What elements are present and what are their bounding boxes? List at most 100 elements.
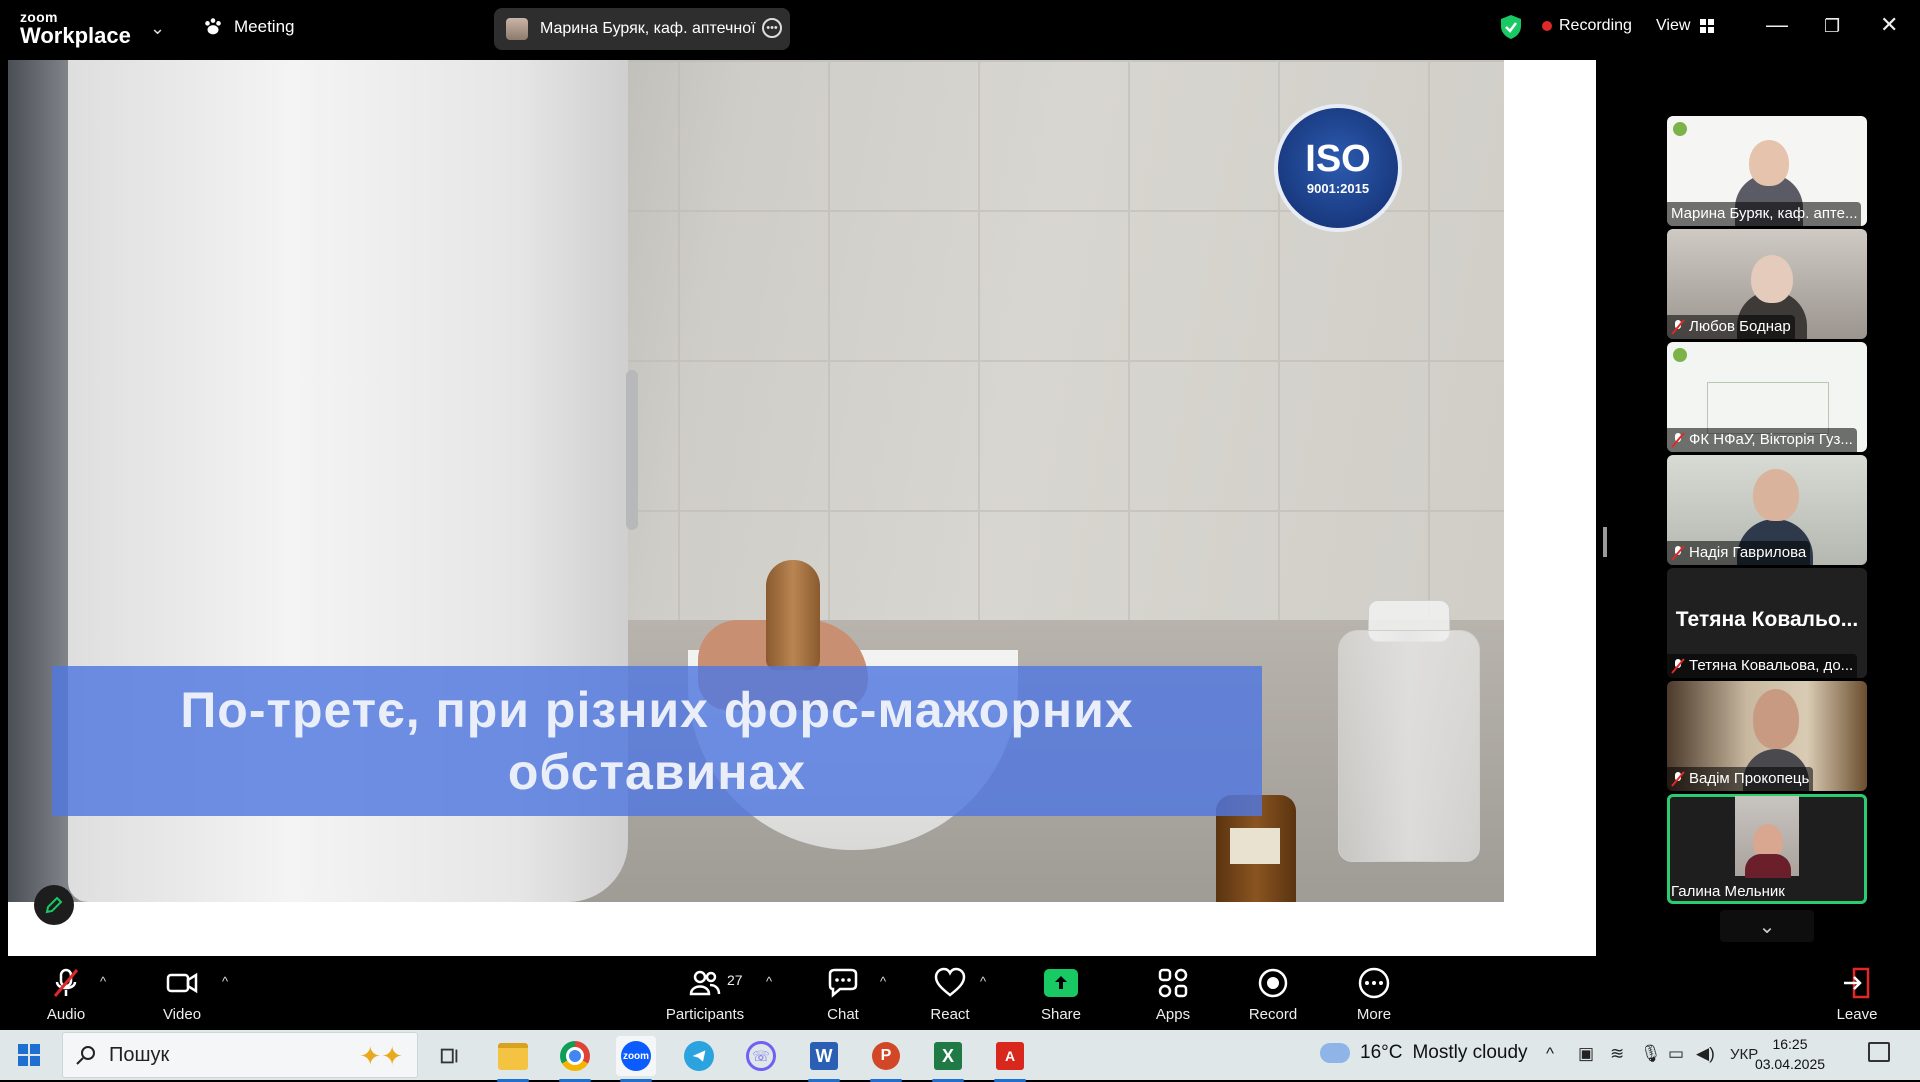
telegram-icon[interactable] [679, 1036, 719, 1076]
shared-video: ISO 9001:2015 По-третє, при різних форс-… [8, 60, 1504, 902]
zoom-taskbar-icon[interactable]: zoom [616, 1036, 656, 1082]
chat-button[interactable]: Chat [798, 966, 888, 1023]
chevron-down-icon: ⌄ [1758, 915, 1776, 938]
mic-muted-icon [1671, 432, 1685, 448]
mic-muted-icon [1671, 658, 1685, 674]
taskbar-clock[interactable]: 16:25 03.04.2025 [1750, 1034, 1830, 1074]
shared-screen: ISO 9001:2015 По-третє, при різних форс-… [8, 60, 1596, 956]
participant-tile[interactable]: Тетяна Ковальо... Тетяна Ковальова, до..… [1667, 568, 1867, 678]
excel-icon[interactable]: X [928, 1036, 968, 1082]
participant-tile-active-speaker[interactable]: Галина Мельник [1667, 794, 1867, 904]
participants-icon [689, 970, 721, 996]
file-explorer-icon[interactable] [493, 1036, 533, 1082]
faucet [626, 370, 638, 530]
record-icon [1258, 968, 1288, 998]
participant-name: Галина Мельник [1671, 883, 1785, 900]
participant-face [1753, 469, 1799, 521]
react-options-caret-icon[interactable]: ^ [980, 974, 986, 989]
audio-options-caret-icon[interactable]: ^ [100, 974, 106, 989]
recording-dot-icon [1542, 21, 1552, 31]
participant-display-name: Тетяна Ковальо... [1675, 608, 1859, 631]
gallery-scroll-down-button[interactable]: ⌄ [1720, 910, 1814, 942]
participant-tile[interactable]: Марина Буряк, каф. апте... [1667, 116, 1867, 226]
view-button[interactable]: View [1656, 17, 1715, 35]
caption-line-1: По-третє, при різних форс-мажорних [180, 682, 1134, 738]
video-options-caret-icon[interactable]: ^ [222, 974, 228, 989]
chrome-icon[interactable] [555, 1036, 595, 1082]
mic-muted-icon [1671, 319, 1685, 335]
powerpoint-icon[interactable]: P [866, 1036, 906, 1082]
meet-now-icon[interactable]: ▣ [1578, 1044, 1594, 1064]
close-icon[interactable]: ✕ [1880, 12, 1898, 38]
more-options-icon[interactable]: ••• [762, 18, 782, 38]
chevron-down-icon[interactable]: ⌄ [150, 18, 165, 39]
caption-line-2: обставинах [507, 744, 807, 800]
active-speaker-pill[interactable]: Марина Буряк, каф. аптечної те ••• [494, 8, 790, 50]
mic-muted-icon [1671, 771, 1685, 787]
record-label: Record [1248, 1006, 1298, 1023]
meeting-info-button[interactable]: Meeting [202, 16, 294, 38]
share-screen-icon [1044, 969, 1078, 997]
restore-icon[interactable]: ❐ [1824, 16, 1840, 37]
microphone-in-use-icon[interactable]: 🎙 [1640, 1044, 1662, 1064]
participant-gallery: Марина Буряк, каф. апте... Любов Боднар … [1667, 116, 1867, 907]
meeting-toolbar: Audio ^ Video ^ Participants 27 ^ Chat ^… [0, 960, 1920, 1030]
participant-tile[interactable]: Вадім Прокопець [1667, 681, 1867, 791]
minimize-icon[interactable]: — [1766, 12, 1788, 38]
participant-tile[interactable]: ФК НФаУ, Вікторія Гуз... [1667, 342, 1867, 452]
college-logo-icon [1673, 348, 1687, 362]
windows-start-icon[interactable] [18, 1044, 40, 1066]
glass-jar [1338, 630, 1480, 862]
participant-tile[interactable]: Любов Боднар [1667, 229, 1867, 339]
cloudy-weather-icon [1320, 1035, 1350, 1063]
audio-label: Audio [46, 1006, 86, 1023]
word-icon[interactable]: W [804, 1036, 844, 1082]
participant-name: Вадім Прокопець [1667, 767, 1814, 791]
university-logo-icon [1673, 122, 1687, 136]
participant-name: Марина Буряк, каф. апте... [1667, 202, 1862, 226]
search-icon [76, 1046, 95, 1065]
participants-options-caret-icon[interactable]: ^ [766, 974, 772, 989]
more-label: More [1356, 1006, 1392, 1023]
recording-indicator[interactable]: Recording [1542, 17, 1632, 35]
participant-name: ФК НФаУ, Вікторія Гуз... [1667, 428, 1857, 452]
participants-label: Participants [665, 1006, 745, 1023]
apps-button[interactable]: Apps [1128, 966, 1218, 1023]
acrobat-icon[interactable]: A [990, 1036, 1030, 1082]
video-caption: По-третє, при різних форс-мажорних обста… [52, 666, 1262, 816]
participant-name: Любов Боднар [1667, 315, 1795, 339]
leave-button[interactable]: Leave [1812, 966, 1902, 1023]
chat-options-caret-icon[interactable]: ^ [880, 974, 886, 989]
iso-badge-sub: 9001:2015 [1306, 181, 1370, 196]
record-button[interactable]: Record [1228, 966, 1318, 1023]
task-view-icon[interactable] [430, 1036, 470, 1076]
notification-center-icon[interactable] [1868, 1042, 1890, 1062]
wifi-icon[interactable]: ≋ [1610, 1044, 1624, 1064]
share-button[interactable]: Share [1016, 966, 1106, 1023]
viber-icon[interactable]: ☏ [741, 1036, 781, 1076]
volume-icon[interactable]: ◀) [1696, 1044, 1715, 1064]
battery-icon[interactable]: ▭ [1668, 1044, 1684, 1064]
tray-expand-chevron-icon[interactable]: ^ [1546, 1044, 1554, 1064]
more-button[interactable]: More [1329, 966, 1419, 1023]
video-button[interactable]: Video [137, 966, 227, 1023]
clock-time: 16:25 [1772, 1036, 1808, 1052]
brand-big: Workplace [20, 23, 131, 48]
encryption-shield-icon[interactable] [1500, 14, 1522, 40]
zoom-workplace-logo: zoom Workplace [20, 10, 131, 47]
speaker-name: Марина Буряк, каф. аптечної те [540, 20, 756, 37]
panel-resize-handle[interactable] [1603, 527, 1607, 557]
participant-tile[interactable]: Надія Гаврилова [1667, 455, 1867, 565]
video-camera-icon [166, 972, 198, 994]
participant-face [1749, 140, 1789, 186]
leave-door-icon [1844, 967, 1870, 999]
annotate-pencil-button[interactable] [34, 885, 74, 925]
pencil-icon [45, 896, 63, 914]
weather-widget[interactable]: 16°C Mostly cloudy [1320, 1035, 1528, 1064]
participant-body [1745, 854, 1791, 878]
taskbar-search[interactable]: Пошук ✦✦ [62, 1032, 418, 1078]
windows-taskbar: Пошук ✦✦ zoom ☏ W P X A 16°C Mostly clou… [0, 1030, 1920, 1082]
participant-face [1751, 255, 1793, 303]
participant-name: Надія Гаврилова [1667, 541, 1811, 565]
audio-button[interactable]: Audio [21, 966, 111, 1023]
